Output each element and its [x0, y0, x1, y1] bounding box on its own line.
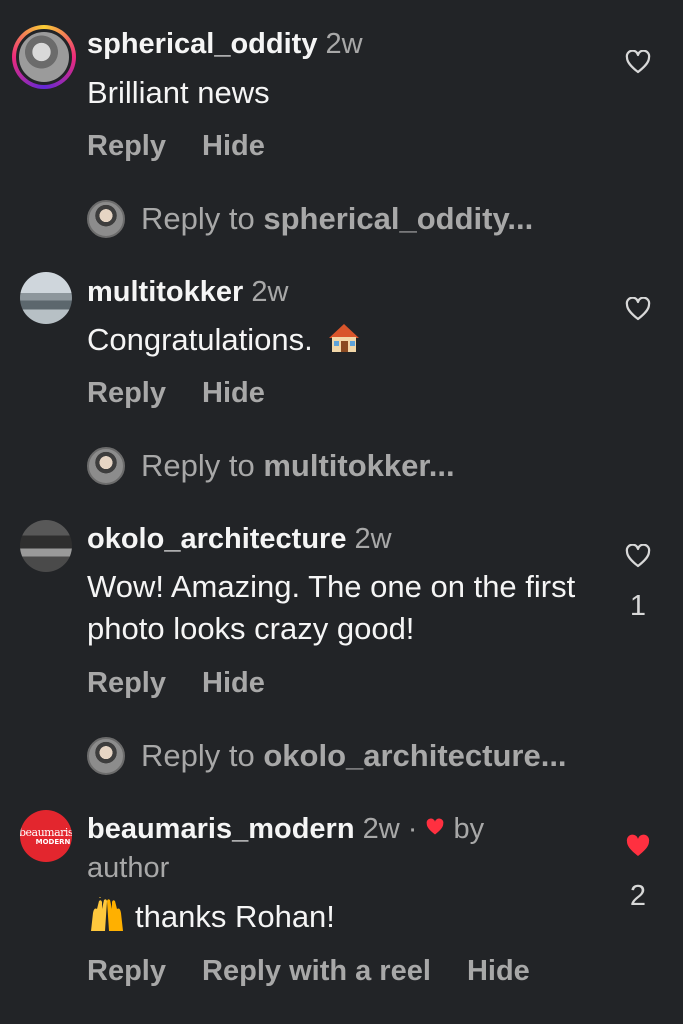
reply-prompt-user: spherical_oddity... [263, 201, 534, 236]
avatar[interactable]: beaumaris MODERN [20, 810, 72, 862]
reply-with-reel-button[interactable]: Reply with a reel [202, 955, 431, 987]
like-button[interactable] [618, 42, 658, 82]
reply-button[interactable]: Reply [87, 377, 166, 409]
comment-text: Wow! Amazing. The one on the first photo… [87, 569, 576, 646]
heart-outline-icon [625, 50, 651, 74]
hide-button[interactable]: Hide [467, 955, 530, 987]
hide-button[interactable]: Hide [202, 377, 265, 409]
reply-button[interactable]: Reply [87, 130, 166, 162]
comments-list: spherical_oddity 2w Brilliant news Reply… [0, 0, 683, 1024]
separator-dot: · [407, 813, 418, 845]
comment-username[interactable]: beaumaris_modern [87, 813, 355, 845]
like-count[interactable]: 2 [618, 880, 658, 913]
hide-button[interactable]: Hide [202, 667, 265, 699]
liked-by-author-label: author [87, 852, 170, 884]
reply-button[interactable]: Reply [87, 667, 166, 699]
heart-outline-icon [625, 297, 651, 321]
avatar[interactable] [20, 272, 72, 324]
comment-time: 2w [251, 276, 289, 308]
comment-username[interactable]: okolo_architecture [87, 523, 346, 555]
comment-username[interactable]: spherical_oddity [87, 28, 317, 60]
reply-button[interactable]: Reply [87, 955, 166, 987]
view-replies-row[interactable]: Reply to multitokker... [87, 446, 455, 486]
comment-text: Brilliant news [87, 75, 270, 110]
reply-prompt-user: okolo_architecture... [263, 738, 567, 773]
avatar[interactable] [20, 520, 72, 572]
avatar-logo-subtext: MODERN [35, 837, 71, 846]
like-button[interactable] [618, 826, 658, 866]
like-button[interactable] [618, 536, 658, 576]
avatar[interactable] [12, 25, 76, 89]
view-replies-row[interactable]: Reply to okolo_architecture... [87, 736, 567, 776]
raised-hands-emoji-icon [87, 897, 127, 944]
reply-prompt-prefix: Reply to [141, 201, 264, 236]
like-button[interactable] [618, 289, 658, 329]
like-count[interactable]: 1 [618, 590, 658, 623]
heart-filled-icon [626, 834, 650, 856]
view-replies-row[interactable]: Reply to spherical_oddity... [87, 199, 533, 239]
comment-time: 2w [362, 813, 400, 845]
comment-time: 2w [354, 523, 392, 555]
reply-prompt-user: multitokker... [263, 448, 455, 483]
avatar [87, 737, 125, 775]
liked-by-label: by [453, 813, 485, 845]
reply-prompt-prefix: Reply to [141, 448, 264, 483]
comment-username[interactable]: multitokker [87, 276, 243, 308]
heart-outline-icon [625, 544, 651, 568]
reply-prompt-prefix: Reply to [141, 738, 264, 773]
avatar [87, 447, 125, 485]
avatar-logo-text: beaumaris [20, 825, 72, 839]
comment-text: Congratulations. [87, 322, 313, 357]
avatar [87, 200, 125, 238]
comment-time: 2w [325, 28, 363, 60]
hide-button[interactable]: Hide [202, 130, 265, 162]
heart-filled-icon [427, 818, 444, 835]
house-emoji-icon [327, 322, 361, 365]
comment-text: thanks Rohan! [135, 899, 335, 934]
